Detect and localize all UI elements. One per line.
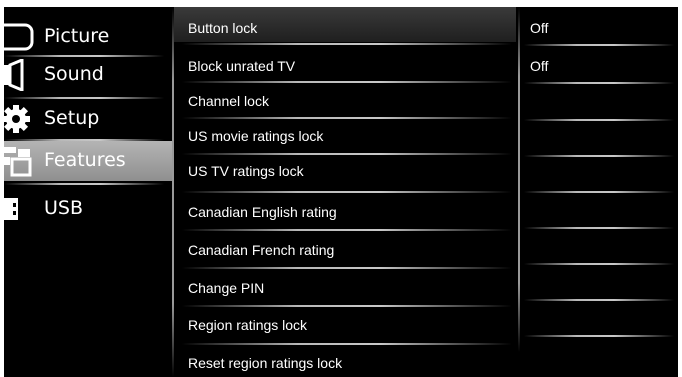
- option-label: Canadian English rating: [188, 204, 337, 220]
- features-icon: [4, 145, 36, 177]
- value-label: Off: [530, 20, 549, 36]
- option-label: US movie ratings lock: [188, 128, 324, 144]
- menu-item-label: Setup: [44, 107, 100, 129]
- menu-item-sound[interactable]: Sound: [4, 55, 172, 95]
- divider: [524, 191, 674, 193]
- menu-item-features[interactable]: Features: [4, 141, 172, 181]
- option-label: Region ratings lock: [188, 317, 308, 333]
- option-canadian-french-rating[interactable]: Canadian French rating: [174, 229, 516, 264]
- value-block-unrated-tv[interactable]: Off: [518, 45, 678, 80]
- option-label: Canadian French rating: [188, 242, 335, 258]
- divider: [524, 155, 674, 157]
- option-label: US TV ratings lock: [188, 163, 304, 179]
- option-change-pin[interactable]: Change PIN: [174, 267, 516, 302]
- divider: [4, 183, 164, 185]
- values-column: Off Off: [518, 7, 678, 377]
- menu-item-setup[interactable]: Setup: [4, 99, 172, 139]
- option-us-movie-ratings-lock[interactable]: US movie ratings lock: [174, 115, 516, 150]
- option-channel-lock[interactable]: Channel lock: [174, 80, 516, 115]
- divider: [524, 227, 674, 229]
- menu-item-picture[interactable]: Picture: [4, 17, 172, 57]
- option-label: Reset region ratings lock: [188, 355, 343, 371]
- option-reset-region-ratings-lock[interactable]: Reset region ratings lock: [174, 342, 516, 377]
- speaker-icon: [4, 57, 36, 93]
- usb-icon: [4, 193, 36, 225]
- divider: [524, 82, 674, 84]
- option-button-lock[interactable]: Button lock: [174, 7, 516, 42]
- option-region-ratings-lock[interactable]: Region ratings lock: [174, 304, 516, 339]
- option-us-tv-ratings-lock[interactable]: US TV ratings lock: [174, 150, 516, 185]
- divider: [524, 299, 674, 301]
- menu-item-label: Picture: [44, 25, 110, 47]
- divider: [524, 335, 674, 337]
- option-label: Channel lock: [188, 93, 269, 109]
- option-label: Button lock: [188, 20, 258, 36]
- tv-menu-screen: Picture Sound Setup Features USB Button …: [4, 7, 678, 377]
- option-block-unrated-tv[interactable]: Block unrated TV: [174, 45, 516, 80]
- picture-icon: [4, 21, 36, 53]
- features-options: Button lock Block unrated TV Channel loc…: [174, 7, 516, 377]
- menu-item-label: USB: [44, 197, 84, 219]
- option-label: Change PIN: [188, 280, 265, 296]
- divider: [524, 119, 674, 121]
- menu-item-label: Sound: [44, 63, 104, 85]
- option-label: Block unrated TV: [188, 58, 296, 74]
- value-button-lock[interactable]: Off: [518, 7, 678, 42]
- value-label: Off: [530, 58, 549, 74]
- main-menu: Picture Sound Setup Features USB: [4, 7, 172, 377]
- gear-icon: [4, 103, 36, 135]
- menu-item-label: Features: [44, 149, 126, 171]
- divider: [524, 263, 674, 265]
- menu-item-usb[interactable]: USB: [4, 189, 172, 229]
- option-canadian-english-rating[interactable]: Canadian English rating: [174, 191, 516, 226]
